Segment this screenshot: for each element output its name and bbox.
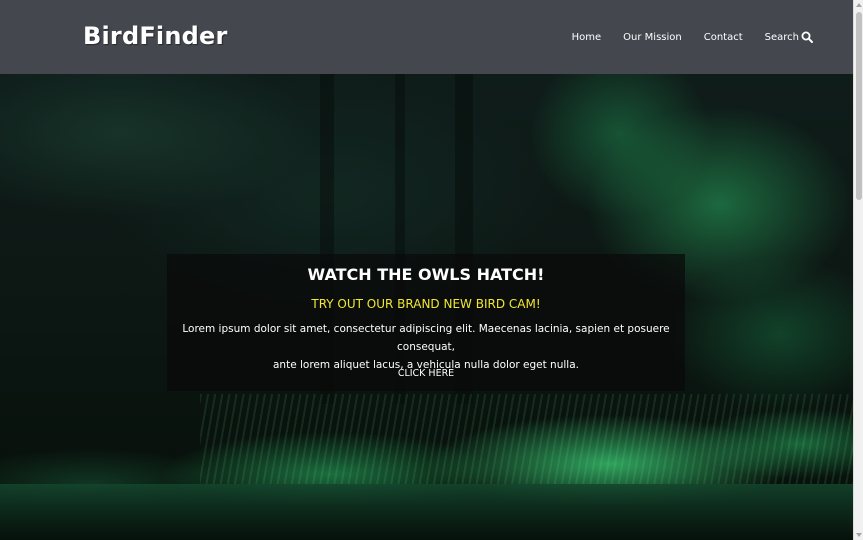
nav-search-link[interactable]: Search [765, 31, 813, 43]
scroll-down-arrow-icon[interactable] [856, 533, 862, 537]
nav-search-label: Search [764, 31, 799, 43]
grass-texture [200, 394, 853, 484]
hero-card: WATCH THE OWLS HATCH! TRY OUT OUR BRAND … [167, 254, 685, 391]
nav-home-link[interactable]: Home [572, 32, 602, 43]
hero-description: Lorem ipsum dolor sit amet, consectetur … [177, 320, 675, 374]
scroll-up-arrow-icon[interactable] [856, 3, 862, 7]
brand-logo[interactable]: BirdFinder [83, 22, 228, 50]
hero-subtitle: TRY OUT OUR BRAND NEW BIRD CAM! [311, 297, 541, 311]
main-nav: Home Our Mission Contact Search [550, 31, 813, 43]
hero-title: WATCH THE OWLS HATCH! [307, 265, 545, 284]
nav-contact-link[interactable]: Contact [704, 32, 743, 43]
click-here-link[interactable]: CLICK HERE [167, 368, 685, 379]
vertical-scrollbar[interactable] [853, 0, 863, 540]
search-icon [801, 31, 813, 43]
nav-our-mission-link[interactable]: Our Mission [623, 32, 682, 43]
site-header: BirdFinder Home Our Mission Contact Sear… [0, 0, 853, 74]
hero-description-line: Lorem ipsum dolor sit amet, consectetur … [182, 323, 670, 353]
water-reflection [0, 484, 853, 540]
scroll-thumb[interactable] [856, 12, 862, 200]
